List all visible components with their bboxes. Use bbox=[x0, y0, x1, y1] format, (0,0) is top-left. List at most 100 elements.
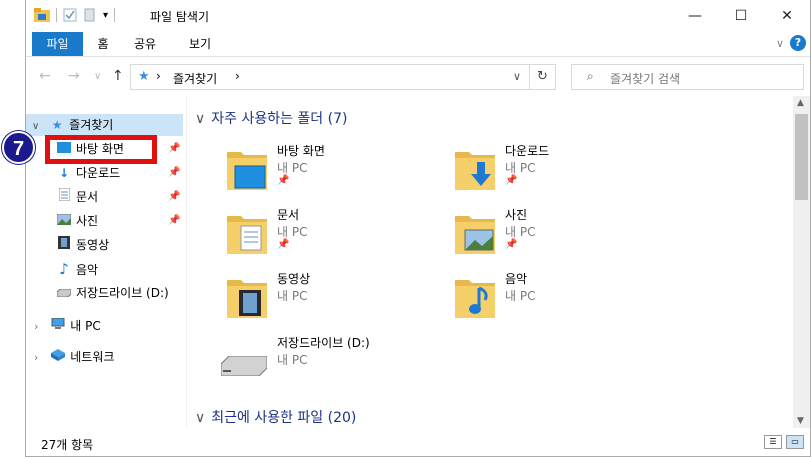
new-folder-icon[interactable] bbox=[83, 8, 97, 22]
star-icon: ★ bbox=[138, 69, 150, 84]
drive-icon bbox=[221, 356, 267, 376]
recent-locations-button[interactable]: ∨ bbox=[94, 71, 101, 82]
minimize-button[interactable]: — bbox=[672, 0, 718, 32]
sidebar-item-label: 동영상 bbox=[76, 238, 110, 252]
pin-icon[interactable]: 📌 bbox=[505, 175, 517, 186]
forward-button[interactable]: → bbox=[68, 68, 80, 84]
pin-icon[interactable]: 📌 bbox=[168, 143, 180, 154]
file-explorer-window: ▾ 파일 탐색기 — ☐ ✕ 파일 홈 공유 보기 ∨ ? ← → ∨ ↑ ★ … bbox=[25, 0, 811, 457]
folder-name: 저장드라이브 (D:) bbox=[277, 336, 370, 350]
sidebar-item-documents[interactable]: 문서 bbox=[56, 186, 98, 208]
chevron-right-icon[interactable]: › bbox=[34, 320, 38, 333]
group-header-label: 자주 사용하는 폴더 (7) bbox=[211, 111, 348, 127]
sidebar-item-downloads[interactable]: ↓ 다운로드 bbox=[56, 162, 120, 184]
star-icon: ★ bbox=[51, 118, 63, 132]
title-bar: ▾ 파일 탐색기 — ☐ ✕ bbox=[26, 0, 810, 32]
document-icon bbox=[56, 186, 72, 208]
help-icon[interactable]: ? bbox=[790, 35, 806, 51]
desktop-folder-icon bbox=[227, 152, 267, 190]
sidebar-item-drive-d[interactable]: 저장드라이브 (D:) bbox=[56, 282, 169, 304]
group-header-recent[interactable]: ∨ 최근에 사용한 파일 (20) bbox=[195, 407, 356, 427]
expand-ribbon-icon[interactable]: ∨ bbox=[776, 37, 784, 50]
sidebar-item-label: 내 PC bbox=[70, 319, 101, 333]
videos-folder-icon bbox=[227, 280, 267, 318]
music-icon: ♪ bbox=[59, 260, 69, 278]
quick-access-toolbar: ▾ bbox=[34, 8, 116, 22]
sidebar-item-label: 네트워크 bbox=[70, 350, 115, 364]
folder-tile-music[interactable]: 음악 내 PC bbox=[455, 270, 675, 332]
toolbar-separator bbox=[56, 8, 57, 22]
sidebar-item-label: 문서 bbox=[76, 190, 99, 204]
address-bar[interactable]: ★ › 즐겨찾기 › ∨ bbox=[130, 64, 530, 90]
highlight-box bbox=[45, 135, 157, 164]
chevron-right-icon[interactable]: › bbox=[235, 69, 240, 83]
sidebar-item-videos[interactable]: 동영상 bbox=[56, 234, 109, 256]
tab-home[interactable]: 홈 bbox=[93, 32, 113, 56]
sidebar-item-favorites[interactable]: ∨ ★ 즐겨찾기 bbox=[26, 114, 183, 136]
close-button[interactable]: ✕ bbox=[764, 0, 810, 32]
folder-tile-pictures[interactable]: 사진 내 PC 📌 bbox=[455, 206, 675, 268]
window-title: 파일 탐색기 bbox=[150, 10, 210, 24]
download-folder-icon bbox=[455, 152, 495, 190]
group-header-frequent[interactable]: ∨ 자주 사용하는 폴더 (7) bbox=[195, 108, 347, 128]
content-pane: ∨ 자주 사용하는 폴더 (7) 바탕 화면 내 PC 📌 다운로드 내 PC 📌… bbox=[186, 96, 798, 428]
folder-location: 내 PC bbox=[505, 289, 536, 303]
pc-icon bbox=[50, 315, 66, 337]
folder-tile-drive-d[interactable]: 저장드라이브 (D:) 내 PC bbox=[221, 334, 441, 396]
vertical-scrollbar[interactable]: ▲ ▼ bbox=[793, 96, 810, 428]
folder-name: 바탕 화면 bbox=[277, 144, 325, 158]
chevron-right-icon[interactable]: › bbox=[34, 351, 38, 364]
sidebar-item-label: 저장드라이브 (D:) bbox=[76, 286, 169, 300]
chevron-right-icon[interactable]: › bbox=[156, 69, 161, 83]
folder-location: 내 PC bbox=[277, 289, 308, 303]
maximize-button[interactable]: ☐ bbox=[718, 0, 764, 32]
sidebar-item-label: 즐겨찾기 bbox=[69, 118, 114, 132]
tab-view[interactable]: 보기 bbox=[186, 32, 214, 56]
properties-icon[interactable] bbox=[63, 8, 77, 22]
group-header-label: 최근에 사용한 파일 (20) bbox=[211, 410, 357, 426]
pin-icon[interactable]: 📌 bbox=[277, 239, 289, 250]
scroll-down-icon[interactable]: ▼ bbox=[797, 416, 804, 426]
sidebar-item-network[interactable]: › 네트워크 bbox=[26, 346, 114, 368]
sidebar-item-this-pc[interactable]: › 내 PC bbox=[26, 315, 101, 337]
up-button[interactable]: ↑ bbox=[112, 68, 124, 84]
pin-icon[interactable]: 📌 bbox=[168, 215, 180, 226]
customize-qat-icon[interactable]: ▾ bbox=[103, 10, 108, 21]
sidebar-item-label: 다운로드 bbox=[76, 166, 121, 180]
tab-file[interactable]: 파일 bbox=[32, 32, 83, 56]
folder-tile-videos[interactable]: 동영상 내 PC bbox=[227, 270, 447, 332]
folder-location: 내 PC bbox=[277, 353, 308, 367]
scroll-up-icon[interactable]: ▲ bbox=[797, 98, 804, 108]
folder-name: 문서 bbox=[277, 208, 300, 222]
refresh-button[interactable]: ↻ bbox=[530, 64, 556, 90]
address-dropdown-icon[interactable]: ∨ bbox=[513, 70, 521, 83]
drive-icon bbox=[56, 282, 72, 304]
folder-name: 사진 bbox=[505, 208, 528, 222]
breadcrumb-favorites[interactable]: 즐겨찾기 bbox=[173, 70, 217, 87]
details-view-icon[interactable]: ☰ bbox=[764, 435, 782, 449]
chevron-down-icon[interactable]: ∨ bbox=[195, 111, 205, 127]
pin-icon[interactable]: 📌 bbox=[277, 175, 289, 186]
step-badge: 7 bbox=[2, 131, 35, 164]
folder-tile-desktop[interactable]: 바탕 화면 내 PC 📌 bbox=[227, 142, 447, 204]
chevron-down-icon[interactable]: ∨ bbox=[195, 410, 205, 426]
sidebar-item-pictures[interactable]: 사진 bbox=[56, 210, 98, 232]
back-button[interactable]: ← bbox=[39, 68, 51, 84]
large-icons-view-icon[interactable]: ▭ bbox=[786, 435, 804, 449]
folder-tile-documents[interactable]: 문서 내 PC 📌 bbox=[227, 206, 447, 268]
folder-tile-downloads[interactable]: 다운로드 내 PC 📌 bbox=[455, 142, 675, 204]
documents-folder-icon bbox=[227, 216, 267, 254]
pin-icon[interactable]: 📌 bbox=[168, 167, 180, 178]
tab-share[interactable]: 공유 bbox=[131, 32, 159, 56]
address-row: ← → ∨ ↑ ★ › 즐겨찾기 › ∨ ↻ ⌕ 즐겨찾기 검색 bbox=[26, 62, 810, 92]
scrollbar-thumb[interactable] bbox=[795, 114, 808, 200]
item-count: 27개 항목 bbox=[41, 438, 94, 452]
folder-location: 내 PC bbox=[277, 161, 308, 175]
pin-icon[interactable]: 📌 bbox=[168, 191, 180, 202]
sidebar-item-music[interactable]: ♪ 음악 bbox=[56, 258, 98, 280]
folder-location: 내 PC bbox=[505, 225, 536, 239]
search-placeholder: 즐겨찾기 검색 bbox=[610, 72, 681, 86]
search-box[interactable]: ⌕ 즐겨찾기 검색 bbox=[571, 64, 804, 90]
chevron-down-icon[interactable]: ∨ bbox=[32, 121, 39, 132]
pin-icon[interactable]: 📌 bbox=[505, 239, 517, 250]
